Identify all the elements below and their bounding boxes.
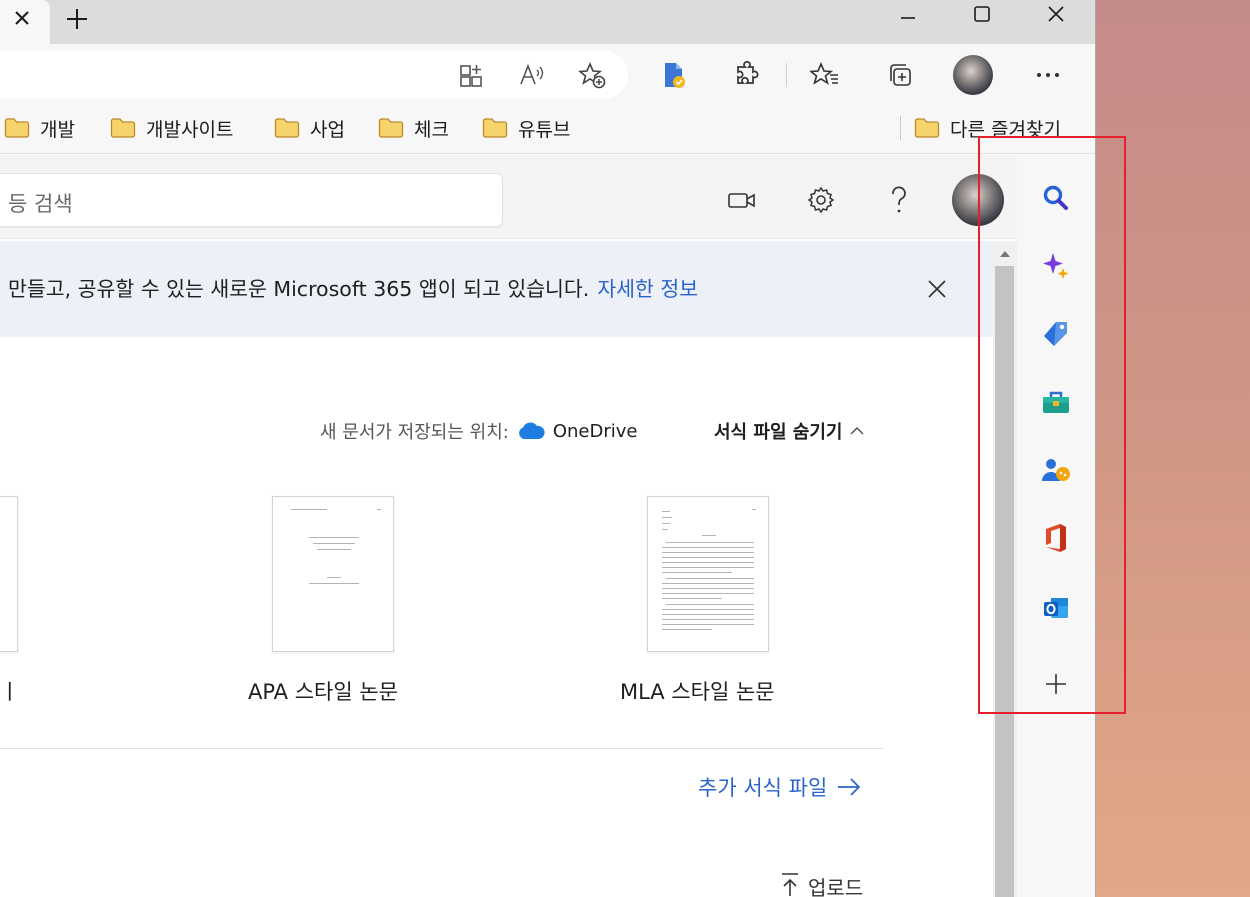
video-camera-icon[interactable]: [722, 180, 762, 220]
help-question-icon[interactable]: [879, 180, 919, 220]
split-screen-icon[interactable]: [452, 55, 492, 95]
more-templates-label: 추가 서식 파일: [698, 776, 828, 800]
mla-template-label[interactable]: MLA 스타일 논문: [620, 676, 775, 706]
tab-close-icon[interactable]: [10, 6, 34, 30]
favorite-label: 개발사이트: [146, 118, 234, 141]
settings-gear-icon[interactable]: [801, 180, 841, 220]
folder-icon: [274, 118, 300, 138]
browser-window: 개발 개발사이트 사업 체크 유튜브 다른 즐겨찾기 등 검색 만들고, 공유할…: [0, 0, 1096, 897]
save-location-label: 새 문서가 저장되는 위치:: [320, 422, 509, 443]
template-label-partial: ㅣ: [0, 680, 20, 704]
profile-avatar[interactable]: [953, 55, 993, 95]
upload-label: 업로드: [808, 876, 864, 897]
favorite-folder-business[interactable]: 사업: [274, 114, 345, 142]
save-location: 새 문서가 저장되는 위치: OneDrive: [320, 418, 637, 444]
chevron-up-icon: [850, 426, 864, 435]
save-location-value[interactable]: OneDrive: [553, 421, 638, 442]
folder-icon: [4, 118, 30, 138]
favorite-folder-youtube[interactable]: 유튜브: [482, 114, 570, 142]
template-thumbnail-partial[interactable]: [0, 496, 18, 652]
toolbar-separator: [786, 63, 787, 87]
hide-templates-label: 서식 파일 숨기기: [714, 422, 843, 443]
folder-icon: [914, 118, 940, 138]
folder-icon: [378, 118, 404, 138]
favorites-icon[interactable]: [805, 55, 845, 95]
more-templates-link[interactable]: 추가 서식 파일: [698, 772, 861, 802]
search-input[interactable]: 등 검색: [0, 173, 503, 227]
new-tab-plus-icon[interactable]: [62, 5, 92, 33]
minimize-icon[interactable]: [884, 0, 932, 28]
favorite-label: 개발: [40, 118, 75, 141]
maximize-icon[interactable]: [958, 0, 1006, 28]
apa-template-label[interactable]: APA 스타일 논문: [248, 676, 398, 706]
banner-message: 만들고, 공유할 수 있는 새로운 Microsoft 365 앱이 되고 있습…: [8, 272, 698, 302]
extension-file-icon[interactable]: [654, 55, 694, 95]
add-favorite-icon[interactable]: [572, 55, 612, 95]
learn-more-link[interactable]: 자세한 정보: [597, 277, 698, 301]
favorite-folder-dev[interactable]: 개발: [4, 114, 75, 142]
arrow-right-icon: [838, 778, 861, 796]
mla-template-thumbnail[interactable]: [647, 496, 769, 652]
more-options-icon[interactable]: [1028, 55, 1068, 95]
banner-close-icon[interactable]: [920, 272, 954, 306]
search-placeholder: 등 검색: [8, 192, 73, 216]
folder-icon: [110, 118, 136, 138]
favorite-label: 사업: [310, 118, 345, 141]
favorite-label: 체크: [414, 118, 449, 141]
folder-icon: [482, 118, 508, 138]
upload-button[interactable]: 업로드: [780, 872, 863, 897]
collections-icon[interactable]: [880, 55, 920, 95]
hide-templates-button[interactable]: 서식 파일 숨기기: [714, 418, 864, 444]
sidebar-highlight-box: [978, 136, 1126, 714]
upload-arrow-icon: [782, 873, 798, 896]
favorite-folder-check[interactable]: 체크: [378, 114, 449, 142]
favorite-label: 유튜브: [518, 118, 571, 141]
onedrive-cloud-icon: [518, 422, 545, 439]
apa-template-thumbnail[interactable]: [272, 496, 394, 652]
read-aloud-icon[interactable]: [512, 55, 552, 95]
banner-text: 만들고, 공유할 수 있는 새로운 Microsoft 365 앱이 되고 있습…: [8, 277, 590, 301]
favorite-folder-dev-sites[interactable]: 개발사이트: [110, 114, 233, 142]
section-divider: [0, 748, 884, 749]
extensions-puzzle-icon[interactable]: [726, 55, 766, 95]
window-close-icon[interactable]: [1032, 0, 1080, 28]
favorites-separator: [900, 116, 901, 140]
